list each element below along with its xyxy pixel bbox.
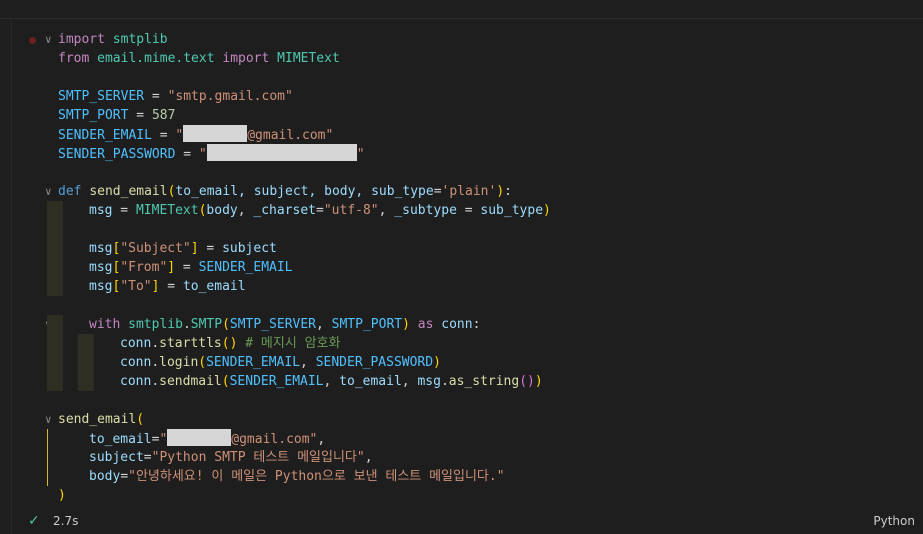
code-line[interactable]: from email.mime.text import MIMEText: [58, 49, 340, 68]
code-line[interactable]: def send_email(to_email, subject, body, …: [58, 182, 512, 201]
indent-guide: [78, 334, 94, 391]
code-cell[interactable]: ∨ ∨ ∨ ∨ import smtplib from email.mime.t…: [11, 19, 923, 534]
code-line[interactable]: SMTP_SERVER = "smtp.gmail.com": [58, 87, 293, 106]
check-icon: ✓: [28, 513, 40, 529]
breakpoint-dot-icon[interactable]: [29, 37, 36, 44]
execution-duration: 2.7s: [53, 514, 79, 528]
code-line[interactable]: SMTP_PORT = 587: [58, 106, 175, 125]
code-line[interactable]: SENDER_EMAIL = " @gmail.com": [58, 125, 333, 144]
redacted-block: [167, 429, 232, 446]
code-line[interactable]: ): [58, 486, 66, 505]
code-line[interactable]: SENDER_PASSWORD = " ": [58, 144, 365, 163]
code-line[interactable]: msg["From"] = SENDER_EMAIL: [89, 258, 293, 277]
fold-chevron-icon[interactable]: ∨: [45, 410, 55, 429]
cell-status-bar: ✓ 2.7s Python: [0, 509, 923, 534]
code-line[interactable]: import smtplib: [58, 30, 168, 49]
code-line[interactable]: to_email=" @gmail.com",: [89, 429, 325, 448]
code-line[interactable]: subject="Python SMTP 테스트 메일입니다",: [89, 448, 373, 467]
fold-chevron-icon[interactable]: ∨: [45, 182, 55, 201]
redacted-block: [206, 144, 357, 161]
code-line[interactable]: conn.login(SENDER_EMAIL, SENDER_PASSWORD…: [120, 353, 441, 372]
code-line[interactable]: msg["To"] = to_email: [89, 277, 246, 296]
indent-guide: [47, 201, 63, 296]
bracket-guide: [47, 429, 48, 486]
editor-top-border: [0, 0, 923, 19]
indent-guide: [47, 315, 63, 391]
code-line[interactable]: msg = MIMEText(body, _charset="utf-8", _…: [89, 201, 551, 220]
code-line[interactable]: msg["Subject"] = subject: [89, 239, 277, 258]
code-line[interactable]: conn.sendmail(SENDER_EMAIL, to_email, ms…: [120, 372, 543, 391]
code-line[interactable]: body="안녕하세요! 이 메일은 Python으로 보낸 테스트 메일입니다…: [89, 467, 505, 486]
code-line[interactable]: send_email(: [58, 410, 144, 429]
fold-chevron-icon[interactable]: ∨: [45, 30, 55, 49]
code-line[interactable]: with smtplib.SMTP(SMTP_SERVER, SMTP_PORT…: [89, 315, 480, 334]
cell-language-label[interactable]: Python: [873, 514, 915, 528]
redacted-block: [183, 125, 248, 142]
code-line[interactable]: conn.starttls() # 메지시 암호화: [120, 334, 341, 353]
